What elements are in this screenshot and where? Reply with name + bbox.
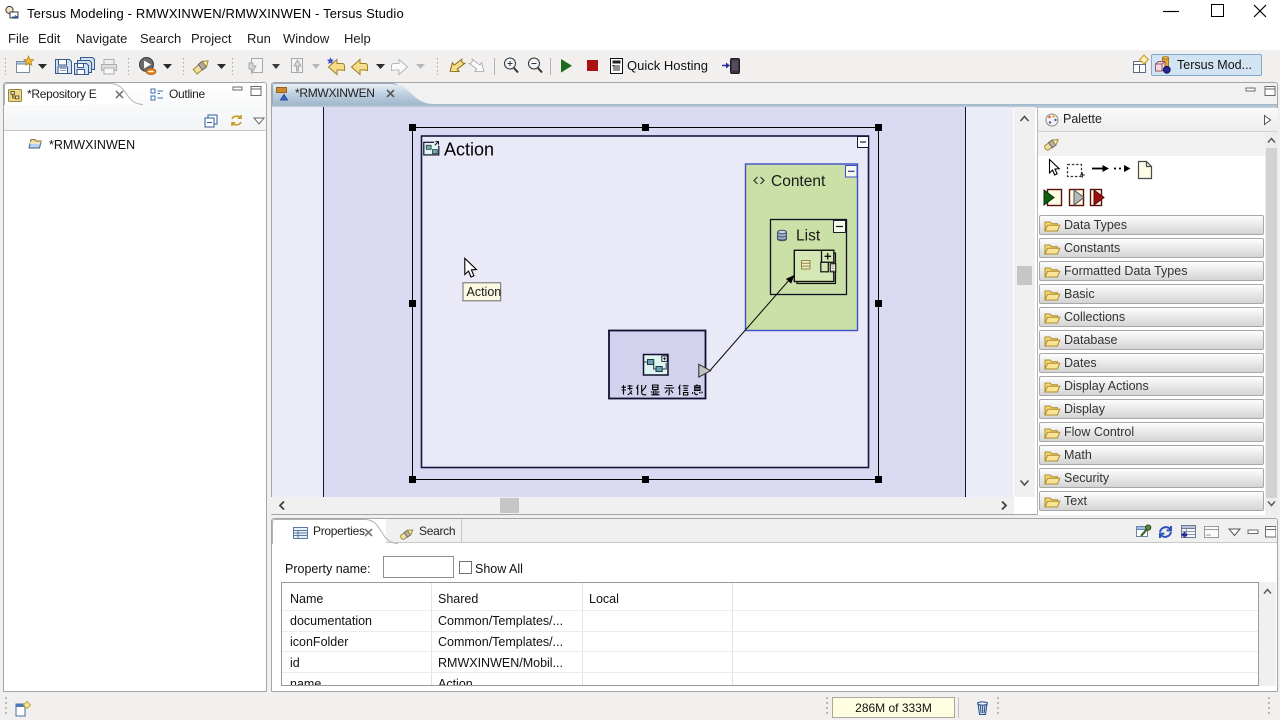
- svg-text:Action: Action: [444, 140, 494, 160]
- svg-text:Action: Action: [467, 285, 502, 299]
- svg-text:Content: Content: [771, 173, 826, 190]
- svg-text:List: List: [796, 228, 821, 245]
